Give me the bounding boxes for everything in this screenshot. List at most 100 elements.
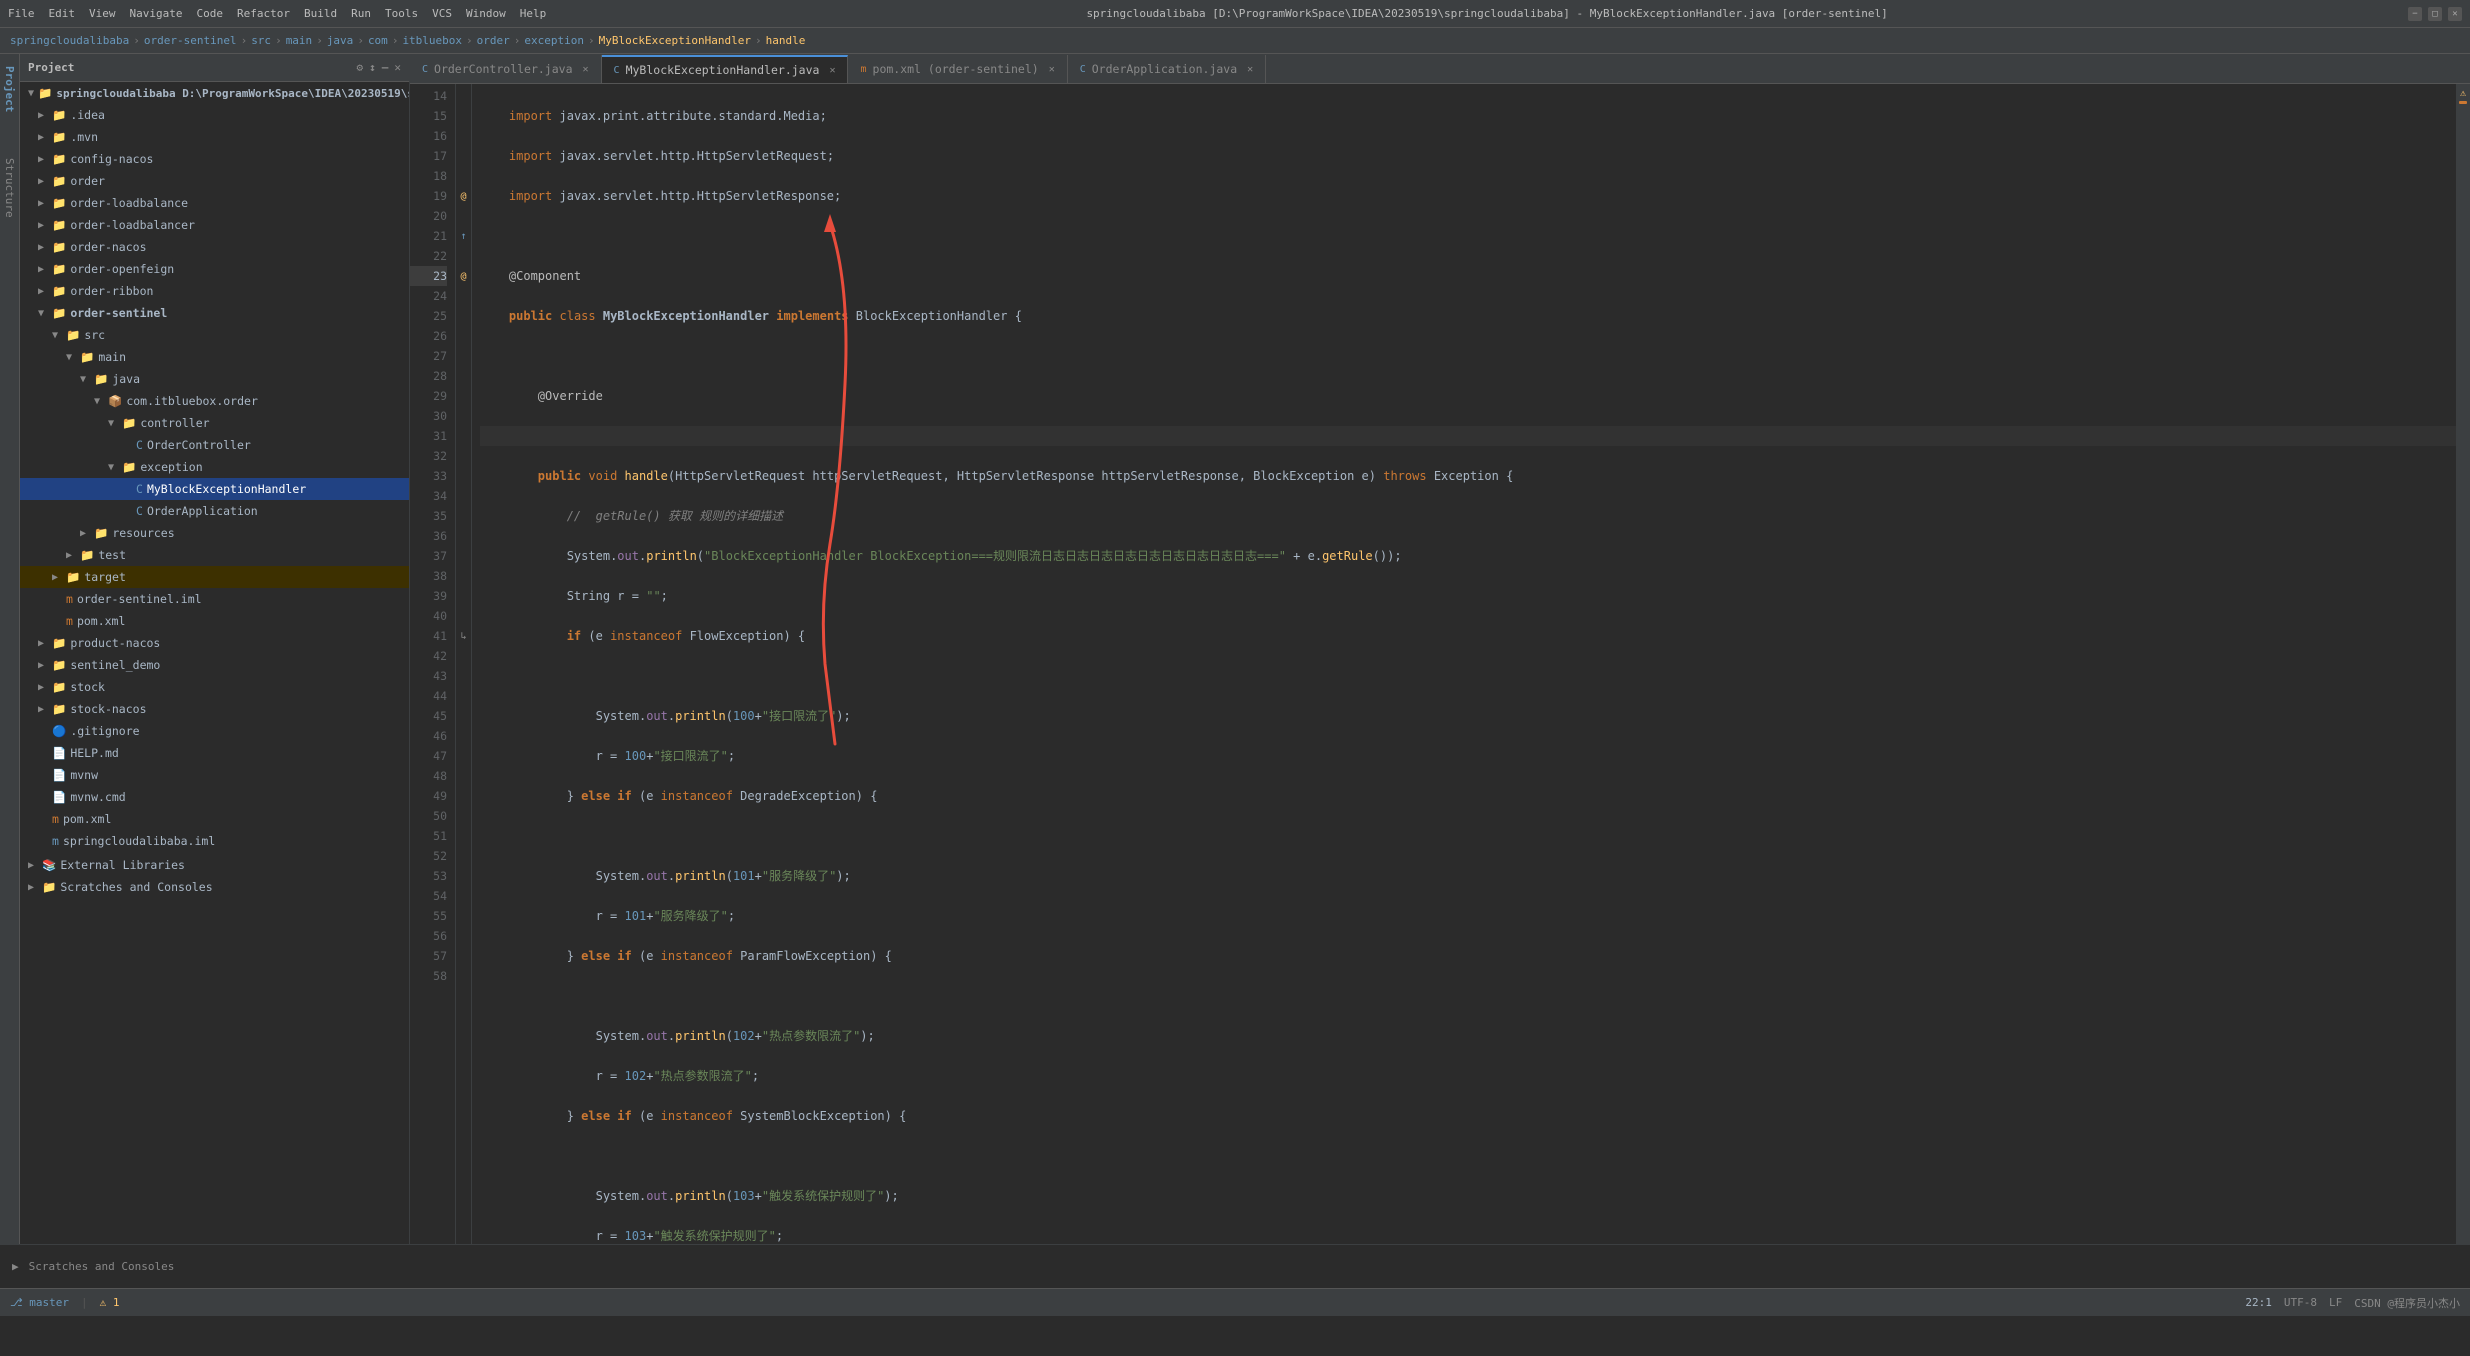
- menu-vcs[interactable]: VCS: [432, 7, 452, 20]
- bc-itbluebox[interactable]: itbluebox: [402, 34, 462, 47]
- tree-myblock-handler[interactable]: ▶ C MyBlockExceptionHandler: [20, 478, 409, 500]
- tree-mvn[interactable]: ▶ 📁 .mvn: [20, 126, 409, 148]
- bc-java[interactable]: java: [327, 34, 354, 47]
- folder-icon: 📁: [52, 174, 66, 188]
- tree-label: target: [84, 570, 126, 584]
- lib-icon: 📚: [42, 858, 56, 872]
- code-line-23: public void handle(HttpServletRequest ht…: [480, 466, 2456, 486]
- warning-count[interactable]: ⚠ 1: [100, 1296, 120, 1309]
- bc-order-sentinel[interactable]: order-sentinel: [144, 34, 237, 47]
- tree-mvnw[interactable]: ▶ 📄 mvnw: [20, 764, 409, 786]
- tree-src[interactable]: ▼ 📁 src: [20, 324, 409, 346]
- menu-edit[interactable]: Edit: [49, 7, 76, 20]
- encoding-info[interactable]: UTF-8: [2284, 1296, 2317, 1309]
- tree-helpmd[interactable]: ▶ 📄 HELP.md: [20, 742, 409, 764]
- bc-class[interactable]: MyBlockExceptionHandler: [599, 34, 751, 47]
- project-tab-btn[interactable]: Project: [1, 58, 18, 120]
- arrow-icon: ▶: [28, 860, 38, 871]
- vcs-branch[interactable]: ⎇ master: [10, 1296, 69, 1309]
- menu-run[interactable]: Run: [351, 7, 371, 20]
- tree-root[interactable]: ▼ 📁 springcloudalibaba D:\ProgramWorkSpa…: [20, 82, 409, 104]
- tree-stock-nacos[interactable]: ▶ 📁 stock-nacos: [20, 698, 409, 720]
- tree-order-controller[interactable]: ▶ C OrderController: [20, 434, 409, 456]
- close-tab-icon[interactable]: ✕: [829, 65, 835, 76]
- line-separator-info[interactable]: LF: [2329, 1296, 2342, 1309]
- close-sidebar-icon[interactable]: ✕: [394, 61, 401, 74]
- editor-area: C OrderController.java ✕ C MyBlockExcept…: [410, 54, 2470, 1244]
- bc-order[interactable]: order: [477, 34, 510, 47]
- bc-com[interactable]: com: [368, 34, 388, 47]
- tree-stock[interactable]: ▶ 📁 stock: [20, 676, 409, 698]
- maximize-button[interactable]: □: [2428, 7, 2442, 21]
- tree-order-nacos[interactable]: ▶ 📁 order-nacos: [20, 236, 409, 258]
- tree-root-pom[interactable]: ▶ m pom.xml: [20, 808, 409, 830]
- tree-gitignore[interactable]: ▶ 🔵 .gitignore: [20, 720, 409, 742]
- tree-external-libraries[interactable]: ▶ 📚 External Libraries: [20, 854, 409, 876]
- collapse-icon[interactable]: —: [382, 61, 389, 74]
- tree-order-ribbon[interactable]: ▶ 📁 order-ribbon: [20, 280, 409, 302]
- tree-exception[interactable]: ▼ 📁 exception: [20, 456, 409, 478]
- minimize-button[interactable]: −: [2408, 7, 2422, 21]
- tree-target[interactable]: ▶ 📁 target: [20, 566, 409, 588]
- tree-order-loadbalancer[interactable]: ▶ 📁 order-loadbalancer: [20, 214, 409, 236]
- bc-springcloudalibaba[interactable]: springcloudalibaba: [10, 34, 129, 47]
- tab-order-controller[interactable]: C OrderController.java ✕: [410, 55, 602, 83]
- tab-order-application[interactable]: C OrderApplication.java ✕: [1068, 55, 1266, 83]
- menu-help[interactable]: Help: [520, 7, 547, 20]
- tree-scratches[interactable]: ▶ 📁 Scratches and Consoles: [20, 876, 409, 898]
- menu-window[interactable]: Window: [466, 7, 506, 20]
- close-tab-icon[interactable]: ✕: [1247, 64, 1253, 75]
- gutter-marker-14: [456, 86, 471, 106]
- tree-order-loadbalance[interactable]: ▶ 📁 order-loadbalance: [20, 192, 409, 214]
- bc-exception[interactable]: exception: [524, 34, 584, 47]
- tree-iml[interactable]: ▶ m order-sentinel.iml: [20, 588, 409, 610]
- code-line-41: System.out.println(103+"触发系统保护规则了");: [480, 1186, 2456, 1206]
- scratch-indicator[interactable]: ▶: [12, 1260, 19, 1273]
- structure-tab-btn[interactable]: Structure: [1, 150, 18, 226]
- code-content[interactable]: import javax.print.attribute.standard.Me…: [472, 84, 2456, 1244]
- bc-method[interactable]: handle: [766, 34, 806, 47]
- code-line-28: [480, 666, 2456, 686]
- tab-icon: C: [614, 65, 620, 76]
- tree-config-nacos[interactable]: ▶ 📁 config-nacos: [20, 148, 409, 170]
- left-tool-strip: Project Structure: [0, 54, 20, 1244]
- tree-order-application[interactable]: ▶ C OrderApplication: [20, 500, 409, 522]
- tab-pom[interactable]: m pom.xml (order-sentinel) ✕: [848, 55, 1067, 83]
- tree-product-nacos[interactable]: ▶ 📁 product-nacos: [20, 632, 409, 654]
- menu-navigate[interactable]: Navigate: [130, 7, 183, 20]
- tab-myblock-handler[interactable]: C MyBlockExceptionHandler.java ✕: [602, 55, 849, 83]
- tree-order-openfeign[interactable]: ▶ 📁 order-openfeign: [20, 258, 409, 280]
- code-line-22: [480, 426, 2456, 446]
- menu-refactor[interactable]: Refactor: [237, 7, 290, 20]
- tree-order-sentinel[interactable]: ▼ 📁 order-sentinel: [20, 302, 409, 324]
- tree-test[interactable]: ▶ 📁 test: [20, 544, 409, 566]
- bc-src[interactable]: src: [251, 34, 271, 47]
- menu-view[interactable]: View: [89, 7, 116, 20]
- tree-package[interactable]: ▼ 📦 com.itbluebox.order: [20, 390, 409, 412]
- sort-icon[interactable]: ↕: [369, 61, 376, 74]
- code-line-32: [480, 826, 2456, 846]
- tree-pom[interactable]: ▶ m pom.xml: [20, 610, 409, 632]
- close-tab-icon[interactable]: ✕: [1049, 64, 1055, 75]
- tree-root-iml[interactable]: ▶ m springcloudalibaba.iml: [20, 830, 409, 852]
- line-col-info[interactable]: 22:1: [2245, 1296, 2272, 1309]
- tree-java[interactable]: ▼ 📁 java: [20, 368, 409, 390]
- menu-build[interactable]: Build: [304, 7, 337, 20]
- arrow-icon: ▶: [38, 154, 48, 165]
- close-button[interactable]: ✕: [2448, 7, 2462, 21]
- menu-tools[interactable]: Tools: [385, 7, 418, 20]
- tree-sentinel-demo[interactable]: ▶ 📁 sentinel_demo: [20, 654, 409, 676]
- settings-icon[interactable]: ⚙: [357, 61, 364, 74]
- tree-mvnwcmd[interactable]: ▶ 📄 mvnw.cmd: [20, 786, 409, 808]
- tree-label: resources: [112, 526, 174, 540]
- close-tab-icon[interactable]: ✕: [583, 64, 589, 75]
- tree-controller[interactable]: ▼ 📁 controller: [20, 412, 409, 434]
- tree-idea[interactable]: ▶ 📁 .idea: [20, 104, 409, 126]
- sidebar-header: Project ⚙ ↕ — ✕: [20, 54, 409, 82]
- menu-code[interactable]: Code: [196, 7, 223, 20]
- tree-resources[interactable]: ▶ 📁 resources: [20, 522, 409, 544]
- tree-main[interactable]: ▼ 📁 main: [20, 346, 409, 368]
- bc-main[interactable]: main: [286, 34, 313, 47]
- menu-file[interactable]: File: [8, 7, 35, 20]
- tree-order[interactable]: ▶ 📁 order: [20, 170, 409, 192]
